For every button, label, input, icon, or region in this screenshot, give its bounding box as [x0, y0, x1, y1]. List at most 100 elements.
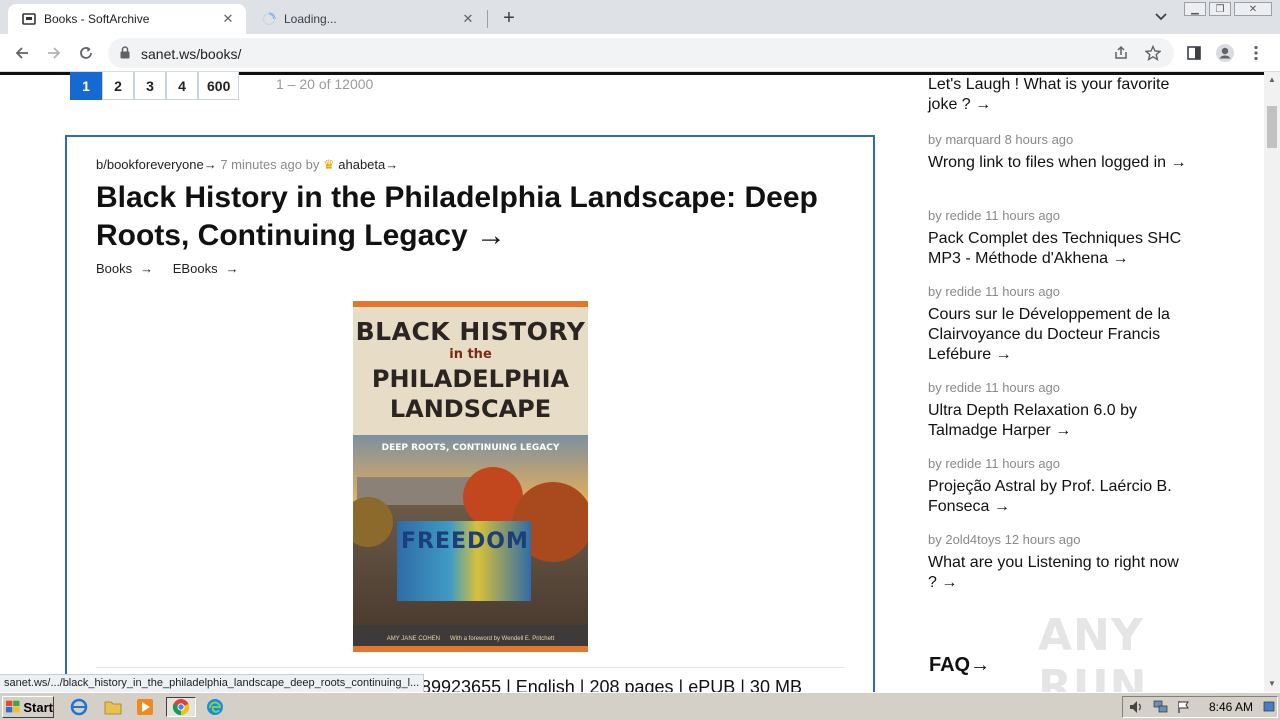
scroll-down-arrow-icon[interactable]: ▼	[1264, 676, 1280, 690]
action-center-flag-icon[interactable]	[1177, 700, 1191, 719]
sidebar-item: by marquard 8 hours ago Wrong link to fi…	[928, 132, 1188, 173]
author-link[interactable]: ahabeta	[338, 157, 385, 172]
close-window-icon[interactable]: ✕	[1234, 2, 1272, 16]
file-explorer-icon[interactable]	[102, 697, 124, 717]
sidebar-post-link[interactable]: What are you Listening to right now ? →	[928, 553, 1188, 593]
book-cover-image[interactable]: BLACK HISTORY in the PHILADELPHIA LANDSC…	[353, 301, 588, 652]
edge-icon[interactable]	[204, 697, 226, 717]
sidebar-post-link[interactable]: Cours sur le Développement de la Clairvo…	[928, 305, 1188, 365]
sidebar-post-link[interactable]: Pack Complet des Techniques SHC MP3 - Mé…	[928, 229, 1188, 269]
arrow-icon: →	[1055, 422, 1072, 439]
sidebar-post-link[interactable]: Ultra Depth Relaxation 6.0 by Talmadge H…	[928, 401, 1188, 441]
tab-strip: Books - SoftArchive ✕ Loading... ✕ + ▁ ❐…	[0, 0, 1280, 34]
sidebar-post-byline: by 2old4toys 12 hours ago	[928, 532, 1081, 547]
cover-title-line: PHILADELPHIA	[371, 365, 570, 393]
cover-mural-text: FREEDOM	[401, 529, 529, 554]
page-4-button[interactable]: 4	[166, 72, 198, 100]
post-meta: b/bookforeveryone → 7 minutes ago by ♛ ah…	[96, 157, 398, 173]
results-count: 1 – 20 of 12000	[276, 76, 374, 92]
bookmark-star-icon[interactable]	[1144, 44, 1162, 62]
post-time: 7 minutes ago	[220, 157, 302, 172]
category-label: Books	[96, 261, 133, 276]
page-2-button[interactable]: 2	[102, 72, 134, 100]
sidebar-post-link[interactable]: Let's Laugh ! What is your favorite joke…	[928, 75, 1188, 115]
cover-foreword: With a foreword by Wendell E. Pritchett	[449, 635, 555, 642]
by-label: by	[305, 157, 320, 172]
internet-explorer-icon[interactable]	[68, 697, 90, 717]
scrollbar-thumb[interactable]	[1267, 106, 1277, 148]
restore-window-icon[interactable]: ❐	[1209, 2, 1231, 16]
share-icon[interactable]	[1112, 44, 1130, 62]
arrow-icon: →	[995, 346, 1012, 363]
sidebar-item: by redide 11 hours ago Projeção Astral b…	[928, 456, 1188, 517]
sidebar-post-title: Ultra Depth Relaxation 6.0 by Talmadge H…	[928, 402, 1137, 439]
forward-arrow-icon[interactable]	[42, 41, 66, 65]
sidebar-post-title: Pack Complet des Techniques SHC MP3 - Mé…	[928, 230, 1182, 267]
sidebar-item: by redide 11 hours ago Cours sur le Déve…	[928, 284, 1188, 365]
arrow-icon: →	[140, 261, 154, 276]
start-button[interactable]: Start	[2, 696, 54, 718]
sidebar-post-byline: by redide 11 hours ago	[928, 284, 1061, 299]
arrow-icon: →	[993, 498, 1010, 515]
cover-title-line: in the	[449, 347, 492, 362]
faq-label: FAQ	[929, 654, 971, 676]
side-panel-icon[interactable]	[1184, 43, 1204, 63]
sidebar-post-link[interactable]: Wrong link to files when logged in →	[928, 153, 1188, 173]
cover-author: AMY JANE COHEN	[386, 635, 440, 642]
media-player-icon[interactable]	[134, 697, 156, 717]
divider	[96, 667, 844, 668]
tab-loading[interactable]: Loading... ✕	[250, 4, 486, 34]
scroll-up-arrow-icon[interactable]: ▲	[1264, 72, 1280, 86]
tab-title: Books - SoftArchive	[44, 12, 150, 26]
network-icon[interactable]	[1153, 700, 1169, 719]
start-label: Start	[23, 699, 53, 715]
system-tray: 8:46 AM	[1122, 696, 1278, 718]
reload-icon[interactable]	[74, 41, 98, 65]
arrow-icon: →	[1112, 250, 1129, 267]
close-tab-icon[interactable]: ✕	[220, 11, 236, 27]
volume-icon[interactable]	[1129, 700, 1145, 719]
arrow-icon: →	[1170, 154, 1187, 171]
post-card: b/bookforeveryone → 7 minutes ago by ♛ ah…	[65, 135, 875, 692]
sidebar-item: Let's Laugh ! What is your favorite joke…	[928, 75, 1188, 115]
show-desktop-icon[interactable]	[1263, 700, 1275, 719]
category-link-ebooks[interactable]: EBooks →	[173, 261, 247, 276]
page-1-button[interactable]: 1	[70, 72, 102, 100]
cover-title-line: BLACK HISTORY	[355, 317, 586, 346]
page-last-button[interactable]: 600	[198, 72, 240, 100]
book-info: 89923655 | English | 208 pages | ePUB | …	[421, 677, 802, 692]
close-tab-icon[interactable]: ✕	[460, 11, 476, 27]
sidebar-post-link[interactable]: Projeção Astral by Prof. Laércio B. Fons…	[928, 477, 1188, 517]
crown-icon: ♛	[322, 157, 335, 172]
cover-footer: AMY JANE COHEN With a foreword by Wendel…	[353, 625, 588, 646]
minimize-window-icon[interactable]: ▁	[1184, 2, 1206, 16]
profile-avatar-icon[interactable]	[1215, 43, 1235, 63]
post-title-link[interactable]: Black History in the Philadelphia Landsc…	[96, 179, 836, 255]
arrow-icon: →	[975, 96, 992, 113]
faq-link[interactable]: FAQ→	[929, 654, 990, 677]
lock-icon[interactable]	[120, 46, 130, 64]
sidebar-post-title: Projeção Astral by Prof. Laércio B. Fons…	[928, 478, 1172, 515]
sidebar-post-byline: by redide 11 hours ago	[928, 380, 1061, 395]
back-arrow-icon[interactable]	[10, 41, 34, 65]
windows-logo-icon	[6, 700, 20, 713]
more-menu-icon[interactable]	[1246, 43, 1266, 63]
arrow-icon: →	[385, 157, 399, 172]
chrome-taskbar-icon[interactable]	[166, 697, 196, 717]
anyrun-watermark: ANY RUN	[1038, 610, 1148, 692]
page-3-button[interactable]: 3	[134, 72, 166, 100]
new-tab-button[interactable]: +	[498, 7, 520, 29]
address-bar[interactable]: sanet.ws/books/	[108, 38, 1174, 68]
category-link-books[interactable]: Books →	[96, 261, 161, 276]
sidebar-post-title: Wrong link to files when logged in	[928, 154, 1167, 171]
page-scrollbar[interactable]: ▲ ▼	[1264, 72, 1280, 692]
arrow-icon: →	[476, 219, 507, 252]
sidebar-post-title: Cours sur le Développement de la Clairvo…	[928, 306, 1170, 363]
post-title[interactable]: Black History in the Philadelphia Landsc…	[96, 181, 818, 252]
url-text[interactable]: sanet.ws/books/	[141, 46, 241, 62]
page-viewport: 1 2 3 4 600 1 – 20 of 12000 b/bookforeve…	[0, 72, 1264, 692]
tab-books-softarchive[interactable]: Books - SoftArchive ✕	[8, 4, 246, 34]
taskbar-clock[interactable]: 8:46 AM	[1209, 700, 1253, 714]
tab-search-chevron-icon[interactable]	[1151, 8, 1171, 26]
board-link[interactable]: b/bookforeveryone	[96, 157, 204, 172]
